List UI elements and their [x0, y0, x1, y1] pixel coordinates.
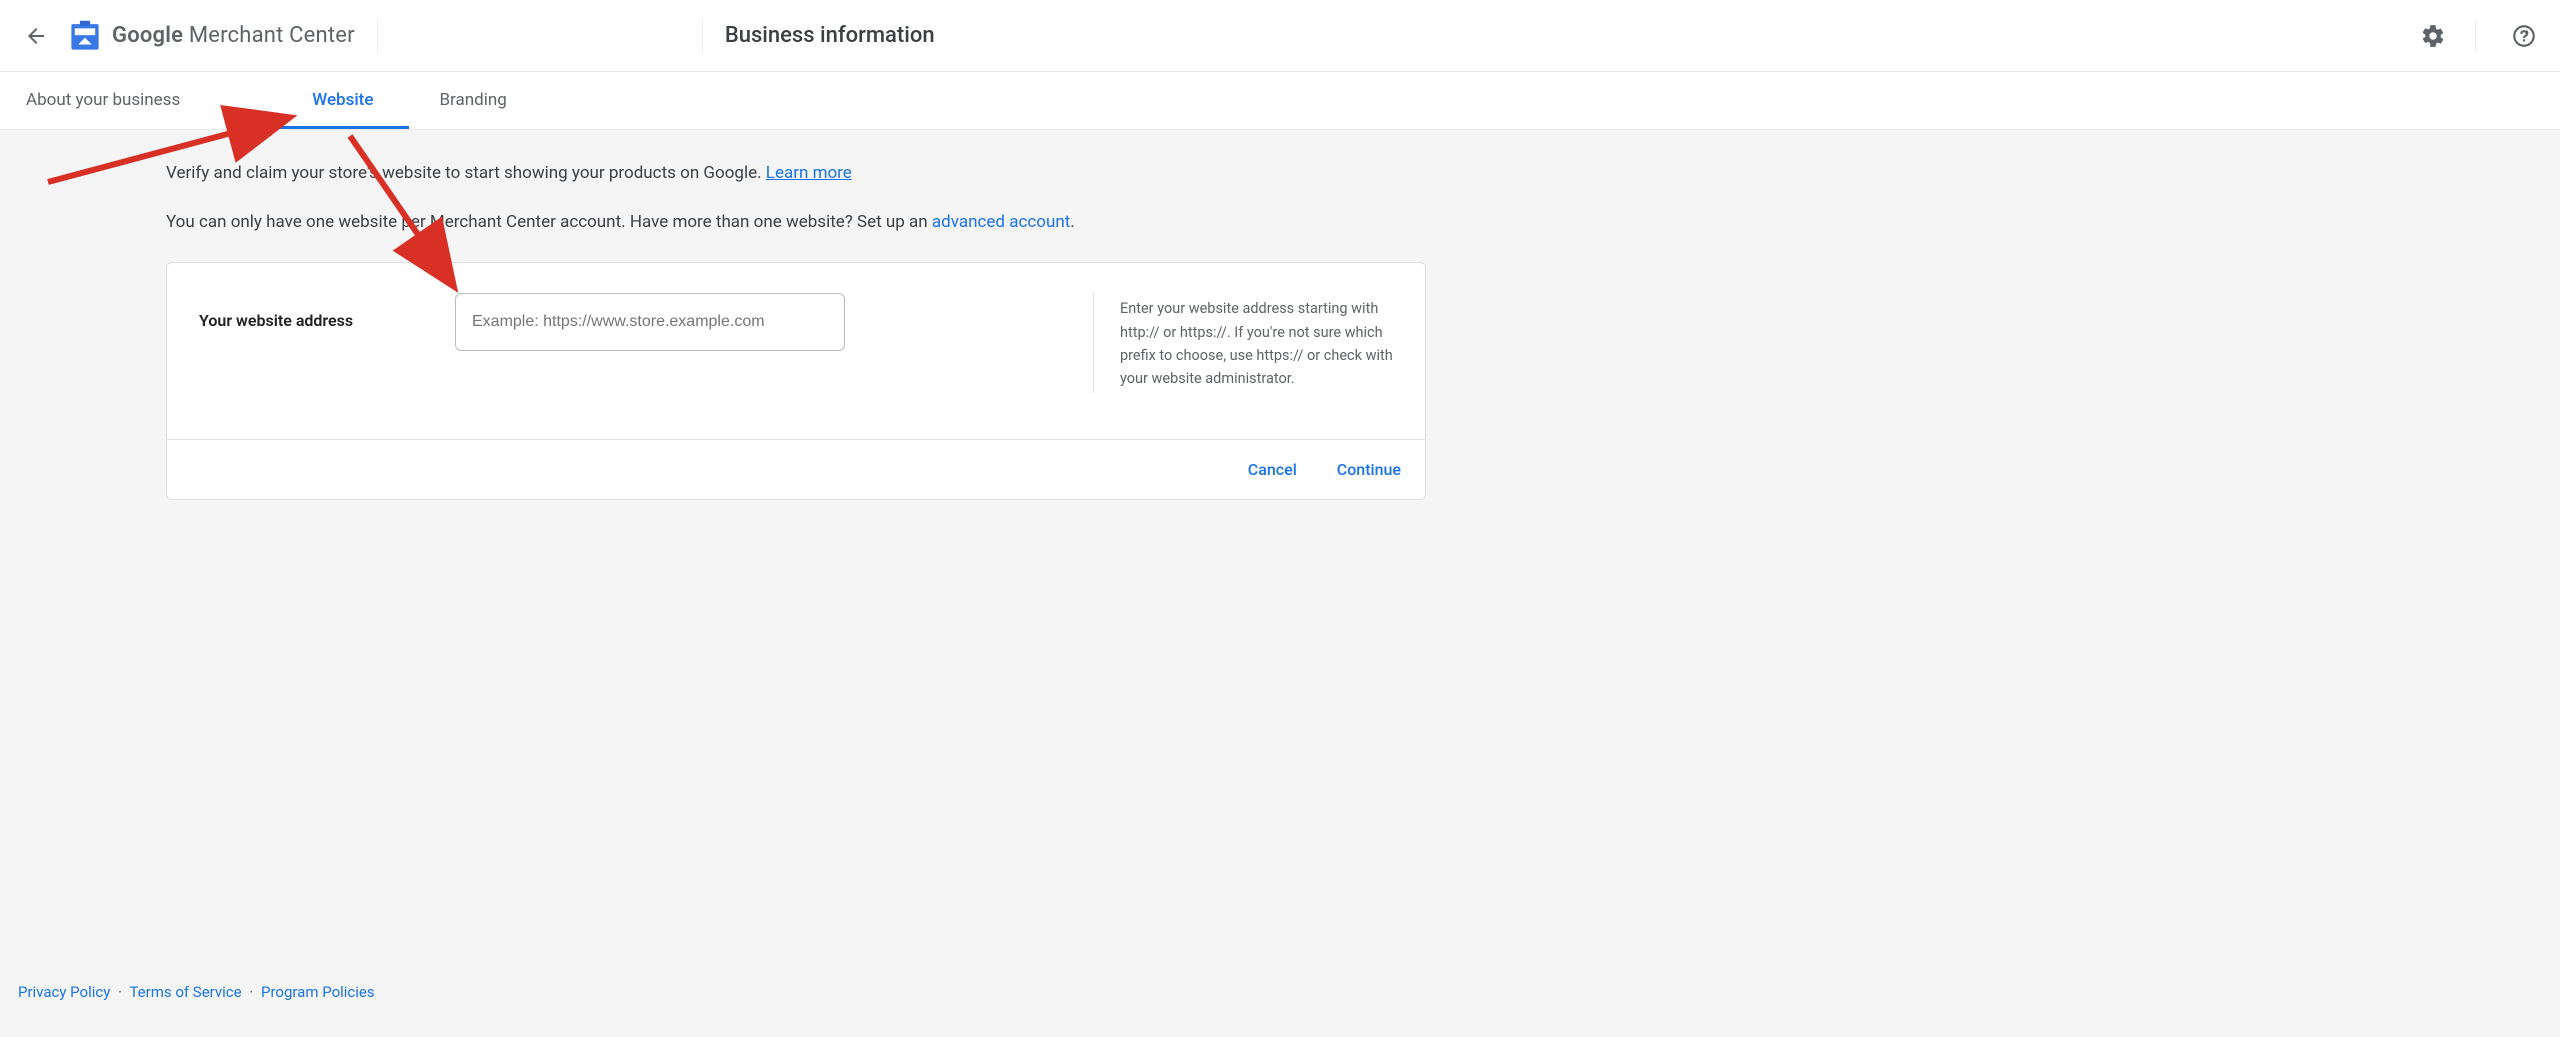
help-icon — [2511, 23, 2537, 49]
program-policies-link[interactable]: Program Policies — [261, 983, 375, 1001]
page-title: Business information — [725, 23, 935, 48]
website-card: Your website address Enter your website … — [166, 262, 1426, 500]
tab-website[interactable]: Website — [276, 72, 409, 129]
intro-text: Verify and claim your store's website to… — [166, 160, 1426, 236]
brand-rest: Merchant Center — [183, 23, 355, 48]
cancel-button[interactable]: Cancel — [1248, 460, 1297, 479]
back-button[interactable] — [16, 16, 56, 56]
advanced-account-link[interactable]: advanced account — [932, 212, 1070, 232]
privacy-policy-link[interactable]: Privacy Policy — [18, 983, 110, 1001]
continue-button[interactable]: Continue — [1337, 460, 1401, 479]
header-divider-1 — [377, 20, 378, 52]
help-button[interactable] — [2504, 16, 2544, 56]
footer-separator: · — [118, 983, 122, 1001]
terms-of-service-link[interactable]: Terms of Service — [129, 983, 241, 1001]
merchant-center-logo-icon — [68, 19, 102, 53]
arrow-left-icon — [24, 24, 48, 48]
brand-bold: Google — [112, 23, 183, 48]
app-header: Google Merchant Center Business informat… — [0, 0, 2560, 72]
gear-icon — [2420, 23, 2446, 49]
tab-about-your-business[interactable]: About your business — [26, 72, 216, 129]
intro-line1-text: Verify and claim your store's website to… — [166, 163, 766, 183]
footer-separator: · — [249, 983, 253, 1001]
card-footer: Cancel Continue — [167, 439, 1425, 499]
intro-line2-tail: . — [1070, 212, 1074, 232]
intro-line2-text: You can only have one website per Mercha… — [166, 212, 932, 232]
website-address-label: Your website address — [199, 293, 427, 330]
header-divider-2 — [702, 20, 703, 52]
brand-text: Google Merchant Center — [112, 23, 355, 48]
content-area: Verify and claim your store's website to… — [0, 130, 2560, 961]
settings-button[interactable] — [2413, 16, 2453, 56]
tab-bar: About your business Website Branding — [0, 72, 2560, 130]
legal-footer: Privacy Policy · Terms of Service · Prog… — [0, 961, 2560, 1037]
tab-branding[interactable]: Branding — [439, 72, 542, 129]
brand-area: Google Merchant Center — [68, 19, 355, 53]
header-divider-3 — [2475, 20, 2476, 52]
website-address-input[interactable] — [455, 293, 845, 351]
website-address-hint: Enter your website address starting with… — [1093, 293, 1393, 393]
learn-more-link[interactable]: Learn more — [766, 163, 852, 183]
